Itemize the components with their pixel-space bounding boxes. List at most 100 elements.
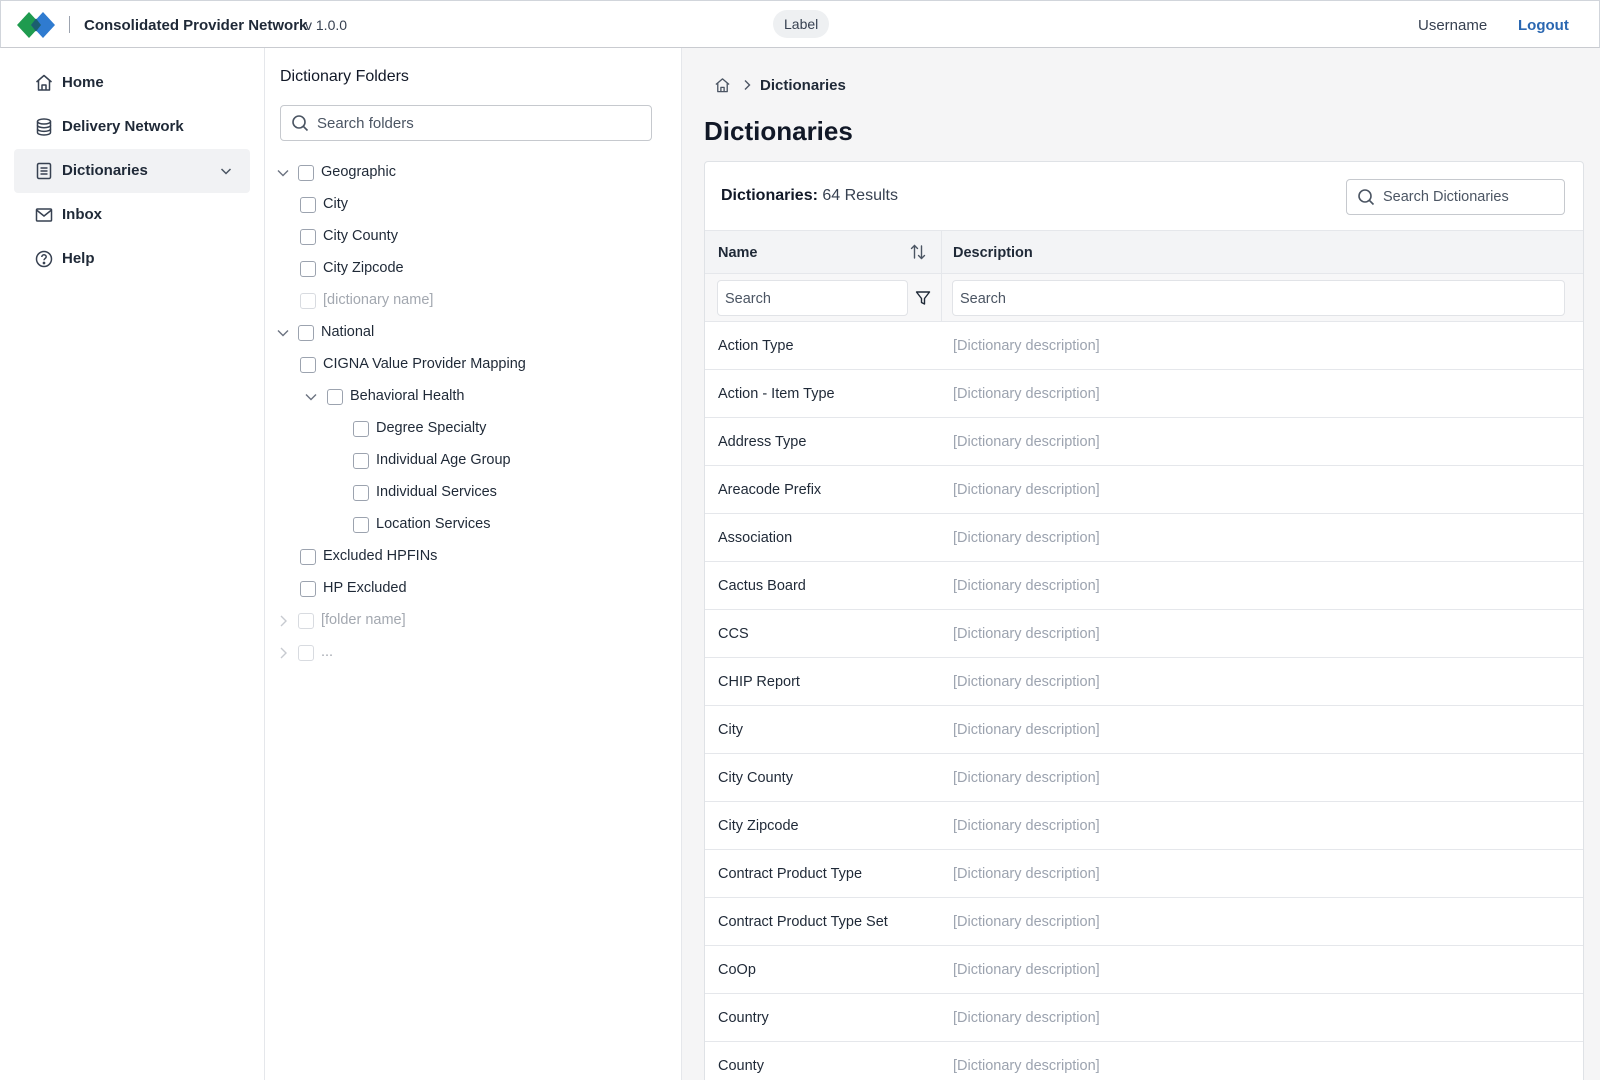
header-divider bbox=[69, 16, 70, 33]
tree-checkbox[interactable] bbox=[300, 229, 316, 245]
filter-icon[interactable] bbox=[915, 290, 931, 306]
table-row[interactable]: CCS [Dictionary description] bbox=[705, 610, 1583, 658]
tree-label: Excluded HPFINs bbox=[323, 548, 438, 564]
sidebar-item-dictionaries[interactable]: Dictionaries bbox=[14, 149, 250, 193]
cell-name: Action - Item Type bbox=[718, 386, 835, 402]
tree-checkbox[interactable] bbox=[300, 197, 316, 213]
tree-checkbox[interactable] bbox=[300, 261, 316, 277]
table-row[interactable]: County [Dictionary description] bbox=[705, 1042, 1583, 1080]
chevron-down-icon[interactable] bbox=[275, 165, 291, 181]
tree-label: CIGNA Value Provider Mapping bbox=[323, 356, 526, 372]
sidebar-item-home[interactable]: Home bbox=[14, 61, 250, 105]
home-icon bbox=[36, 74, 52, 91]
table-row[interactable]: Action - Item Type [Dictionary descriptio… bbox=[705, 370, 1583, 418]
table-row[interactable]: Address Type [Dictionary description] bbox=[705, 418, 1583, 466]
name-filter-input[interactable] bbox=[725, 289, 895, 309]
tree-item-degree-specialty[interactable]: Degree Specialty bbox=[275, 417, 655, 441]
tree-label: National bbox=[321, 324, 375, 340]
tree-checkbox[interactable] bbox=[298, 325, 314, 341]
sidebar-item-label: Dictionaries bbox=[62, 162, 148, 179]
tree-item-city-zipcode[interactable]: City Zipcode bbox=[275, 257, 655, 281]
results-label: Dictionaries: bbox=[721, 187, 818, 204]
tree-folder-placeholder[interactable]: [folder name] bbox=[275, 609, 655, 633]
tree-checkbox[interactable] bbox=[300, 357, 316, 373]
chevron-right-icon[interactable] bbox=[275, 645, 291, 661]
tree-folder-more[interactable]: ... bbox=[275, 641, 655, 665]
sidebar-item-inbox[interactable]: Inbox bbox=[14, 193, 250, 237]
column-header-name[interactable]: Name bbox=[718, 245, 758, 261]
filter-row bbox=[705, 274, 1583, 322]
tree-item-individual-services[interactable]: Individual Services bbox=[275, 481, 655, 505]
tree-checkbox[interactable] bbox=[300, 581, 316, 597]
tree-checkbox[interactable] bbox=[353, 485, 369, 501]
tree-folder-national[interactable]: National bbox=[275, 321, 655, 345]
table-row[interactable]: City Zipcode [Dictionary description] bbox=[705, 802, 1583, 850]
folder-search-input[interactable] bbox=[317, 112, 637, 134]
folder-search-box bbox=[280, 105, 652, 141]
cell-description: [Dictionary description] bbox=[953, 914, 1100, 930]
tree-item-excluded-hpfins[interactable]: Excluded HPFINs bbox=[275, 545, 655, 569]
tree-checkbox[interactable] bbox=[298, 645, 314, 661]
document-list-icon bbox=[36, 162, 52, 180]
sidebar-item-help[interactable]: Help bbox=[14, 237, 250, 281]
tree-item-city-county[interactable]: City County bbox=[275, 225, 655, 249]
cell-description: [Dictionary description] bbox=[953, 722, 1100, 738]
chevron-down-icon[interactable] bbox=[218, 163, 234, 179]
tree-checkbox[interactable] bbox=[298, 165, 314, 181]
cell-name: City County bbox=[718, 770, 793, 786]
table-row[interactable]: CHIP Report [Dictionary description] bbox=[705, 658, 1583, 706]
sort-icon[interactable] bbox=[909, 243, 927, 261]
tree-item-city[interactable]: City bbox=[275, 193, 655, 217]
table-row[interactable]: Contract Product Type [Dictionary descrip… bbox=[705, 850, 1583, 898]
tree-item-hp-excluded[interactable]: HP Excluded bbox=[275, 577, 655, 601]
breadcrumb-current: Dictionaries bbox=[760, 77, 846, 94]
tree-checkbox[interactable] bbox=[353, 517, 369, 533]
table-row[interactable]: City [Dictionary description] bbox=[705, 706, 1583, 754]
tree-folder-geographic[interactable]: Geographic bbox=[275, 161, 655, 185]
chevron-down-icon[interactable] bbox=[303, 389, 319, 405]
main-content: Dictionaries Dictionaries Dictionaries: … bbox=[682, 48, 1600, 1080]
help-circle-icon bbox=[35, 250, 53, 268]
cell-name: CHIP Report bbox=[718, 674, 800, 690]
logo-icon[interactable] bbox=[17, 12, 57, 38]
chevron-right-icon[interactable] bbox=[275, 613, 291, 629]
tree-item-individual-age-group[interactable]: Individual Age Group bbox=[275, 449, 655, 473]
table-row[interactable]: Association [Dictionary description] bbox=[705, 514, 1583, 562]
tree-item-location-services[interactable]: Location Services bbox=[275, 513, 655, 537]
table-row[interactable]: Contract Product Type Set [Dictionary des… bbox=[705, 898, 1583, 946]
dictionary-search-input[interactable] bbox=[1383, 187, 1558, 207]
tree-item-placeholder[interactable]: [dictionary name] bbox=[275, 289, 655, 313]
logout-link[interactable]: Logout bbox=[1518, 17, 1569, 34]
tree-folder-behavioral-health[interactable]: Behavioral Health bbox=[275, 385, 655, 409]
table-row[interactable]: City County [Dictionary description] bbox=[705, 754, 1583, 802]
tree-checkbox[interactable] bbox=[300, 549, 316, 565]
tree-label: Geographic bbox=[321, 164, 396, 180]
database-icon bbox=[36, 118, 52, 136]
tree-checkbox[interactable] bbox=[353, 453, 369, 469]
description-filter-input[interactable] bbox=[960, 289, 1550, 309]
tree-checkbox[interactable] bbox=[353, 421, 369, 437]
sidebar-item-delivery-network[interactable]: Delivery Network bbox=[14, 105, 250, 149]
tree-checkbox[interactable] bbox=[298, 613, 314, 629]
cell-description: [Dictionary description] bbox=[953, 962, 1100, 978]
home-icon[interactable] bbox=[714, 77, 731, 94]
tree-label: HP Excluded bbox=[323, 580, 407, 596]
table-row[interactable]: Action Type [Dictionary description] bbox=[705, 322, 1583, 370]
tree-checkbox[interactable] bbox=[327, 389, 343, 405]
tree-label: Individual Services bbox=[376, 484, 497, 500]
sidebar-nav: Home Delivery Network Dictionaries Inbox… bbox=[0, 48, 264, 1080]
cell-name: Country bbox=[718, 1010, 769, 1026]
chevron-down-icon[interactable] bbox=[275, 325, 291, 341]
table-row[interactable]: CoOp [Dictionary description] bbox=[705, 946, 1583, 994]
dictionaries-card: Dictionaries: 64 Results Name Descriptio… bbox=[704, 161, 1584, 1080]
tree-label: Behavioral Health bbox=[350, 388, 465, 404]
cell-description: [Dictionary description] bbox=[953, 482, 1100, 498]
table-row[interactable]: Areacode Prefix [Dictionary description] bbox=[705, 466, 1583, 514]
table-row[interactable]: Cactus Board [Dictionary description] bbox=[705, 562, 1583, 610]
cell-description: [Dictionary description] bbox=[953, 818, 1100, 834]
tree-label: [folder name] bbox=[321, 612, 406, 628]
sidebar-item-label: Home bbox=[62, 74, 104, 91]
tree-checkbox[interactable] bbox=[300, 293, 316, 309]
tree-item-cigna[interactable]: CIGNA Value Provider Mapping bbox=[275, 353, 655, 377]
table-row[interactable]: Country [Dictionary description] bbox=[705, 994, 1583, 1042]
